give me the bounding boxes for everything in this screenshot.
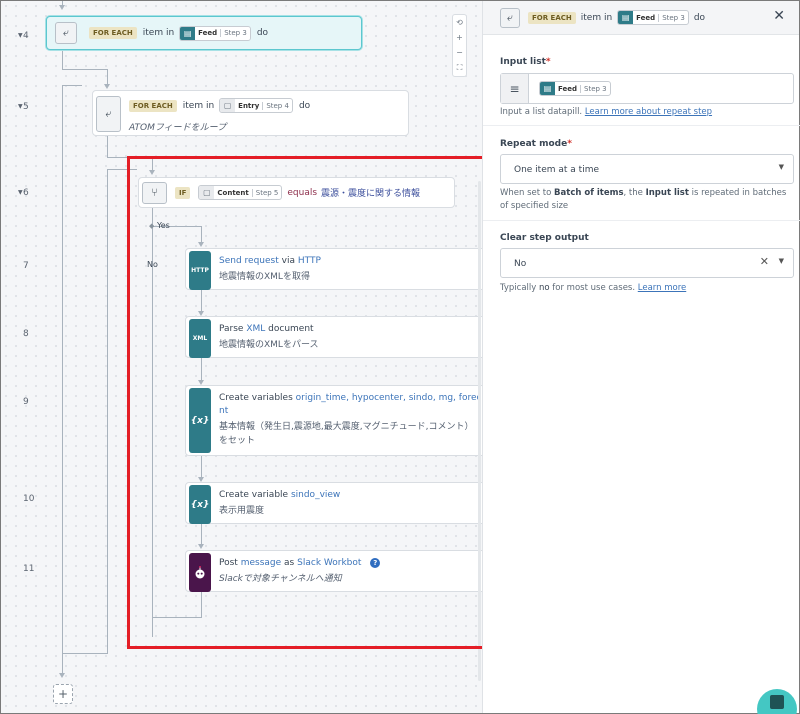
step-8-parse-xml[interactable]: XML Parse XML document 地震情報のXMLをパース — [185, 316, 482, 358]
step-4-for-each[interactable]: ⤶ FOR EACH item in ▤ Feed Step 3 do — [46, 16, 362, 50]
step-description: 表示用震度 — [219, 506, 265, 516]
input-list-field[interactable]: ≡ ▤ Feed Step 3 — [500, 73, 794, 104]
repeat-icon: ⤶ — [96, 96, 121, 132]
clear-output-help: Typically no for most use cases. Learn m… — [500, 283, 687, 293]
repeat-icon: ⤶ — [55, 22, 77, 44]
for-each-keyword: FOR EACH — [89, 27, 137, 39]
for-each-keyword: FOR EACH — [129, 99, 177, 112]
zoom-in-button[interactable]: + — [456, 33, 463, 42]
list-icon: ▢ — [220, 99, 236, 112]
step-description: 地震情報のXMLを取得 — [219, 272, 310, 282]
close-icon[interactable]: ✕ — [773, 8, 785, 24]
zoom-out-button[interactable]: − — [456, 48, 463, 57]
clear-output-label: Clear step output — [500, 233, 589, 243]
repeat-mode-label: Repeat mode* — [500, 139, 572, 149]
list-mode-icon[interactable]: ≡ — [501, 74, 529, 103]
step-description: Slackで対象チャンネルへ通知 — [219, 574, 342, 584]
chat-icon — [770, 695, 784, 709]
line-number: 10 — [23, 494, 35, 504]
feed-datapill[interactable]: ▤ Feed Step 3 — [617, 10, 689, 25]
branch-icon: ⑂ — [142, 181, 167, 204]
help-icon[interactable]: ? — [370, 558, 381, 568]
no-branch-label: No — [147, 260, 158, 269]
step-description: 基本情報（発生日,震源地,最大震度,マグニチュード,コメント） — [219, 422, 474, 432]
rss-feed-icon: ▤ — [180, 26, 196, 40]
repeat-step-link[interactable]: Learn more about repeat step — [585, 107, 712, 117]
step-description: 地震情報のXMLをパース — [219, 340, 319, 350]
if-keyword: IF — [175, 186, 191, 199]
clear-icon[interactable]: ✕ — [760, 255, 769, 268]
step-10-create-variable[interactable]: {x} Create variable sindo_view 表示用震度 — [185, 482, 482, 524]
line-number: 11 — [23, 564, 35, 574]
chevron-down-icon: ▼ — [778, 163, 784, 171]
line-number[interactable]: ▼ 5 — [18, 102, 37, 112]
step-config-panel: ⤶ FOR EACH item in ▤ Feed Step 3 do ✕ In… — [482, 1, 800, 713]
step-5-for-each[interactable]: ⤶ FOR EACH item in ▢ Entry Step 4 do ATO… — [92, 90, 409, 136]
http-icon: HTTP — [189, 251, 211, 290]
input-list-help: Input a list datapill. Learn more about … — [500, 107, 713, 117]
rss-feed-icon: ▤ — [540, 82, 555, 95]
learn-more-link[interactable]: Learn more — [638, 283, 686, 293]
variable-icon: {x} — [189, 485, 211, 524]
recipe-canvas[interactable]: ◆ Yes No ▼ 4 ▼ 5 ▼ 6 7 8 9 10 11 ⤶ FOR EACH… — [1, 1, 482, 713]
entry-datapill[interactable]: ▢ Entry Step 4 — [219, 98, 293, 113]
xml-file-icon: XML — [189, 319, 211, 358]
zoom-controls: ⟲ + − ⛶ — [452, 14, 467, 77]
step-7-http-request[interactable]: HTTP Send request via HTTP 地震情報のXMLを取得 — [185, 248, 482, 290]
feed-datapill[interactable]: ▤ Feed Step 3 — [539, 81, 611, 96]
repeat-mode-help: When set to Batch of items, the Input li… — [500, 188, 787, 211]
content-datapill[interactable]: ▢ Content Step 5 — [198, 185, 283, 200]
yes-branch-label: ◆ Yes — [149, 221, 170, 230]
fit-view-icon[interactable]: ⛶ — [457, 63, 463, 73]
canvas-scrollbar[interactable] — [478, 181, 481, 681]
line-number: 7 — [23, 261, 29, 271]
rss-feed-icon: ▤ — [618, 11, 634, 24]
slack-workbot-icon — [189, 553, 211, 592]
list-icon: ▢ — [199, 186, 215, 199]
repeat-icon: ⤶ — [500, 7, 520, 28]
line-number: 8 — [23, 329, 29, 339]
clear-output-select[interactable]: No ✕ ▼ — [500, 248, 794, 278]
input-list-label: Input list* — [500, 57, 551, 67]
chevron-down-icon: ▼ — [778, 257, 784, 265]
step-description: ATOMフィードをループ — [129, 123, 227, 133]
line-number: 9 — [23, 397, 29, 407]
panel-header: ⤶ FOR EACH item in ▤ Feed Step 3 do ✕ — [483, 1, 799, 35]
repeat-mode-select[interactable]: One item at a time ▼ — [500, 154, 794, 184]
step-6-if[interactable]: ⑂ IF ▢ Content Step 5 equals 震源・震度に関する情報 — [138, 177, 455, 208]
variable-icon: {x} — [189, 388, 211, 453]
step-11-slack-post[interactable]: Post message as Slack Workbot ? Slackで対象… — [185, 550, 482, 592]
line-number[interactable]: ▼ 4 — [18, 31, 37, 41]
feed-datapill[interactable]: ▤ Feed Step 3 — [179, 25, 251, 41]
step-9-create-variables[interactable]: {x} Create variables origin_time, hypoce… — [185, 385, 482, 456]
reset-view-icon[interactable]: ⟲ — [456, 18, 463, 27]
add-step-button[interactable]: + — [53, 684, 73, 704]
line-number[interactable]: ▼ 6 — [18, 188, 37, 198]
